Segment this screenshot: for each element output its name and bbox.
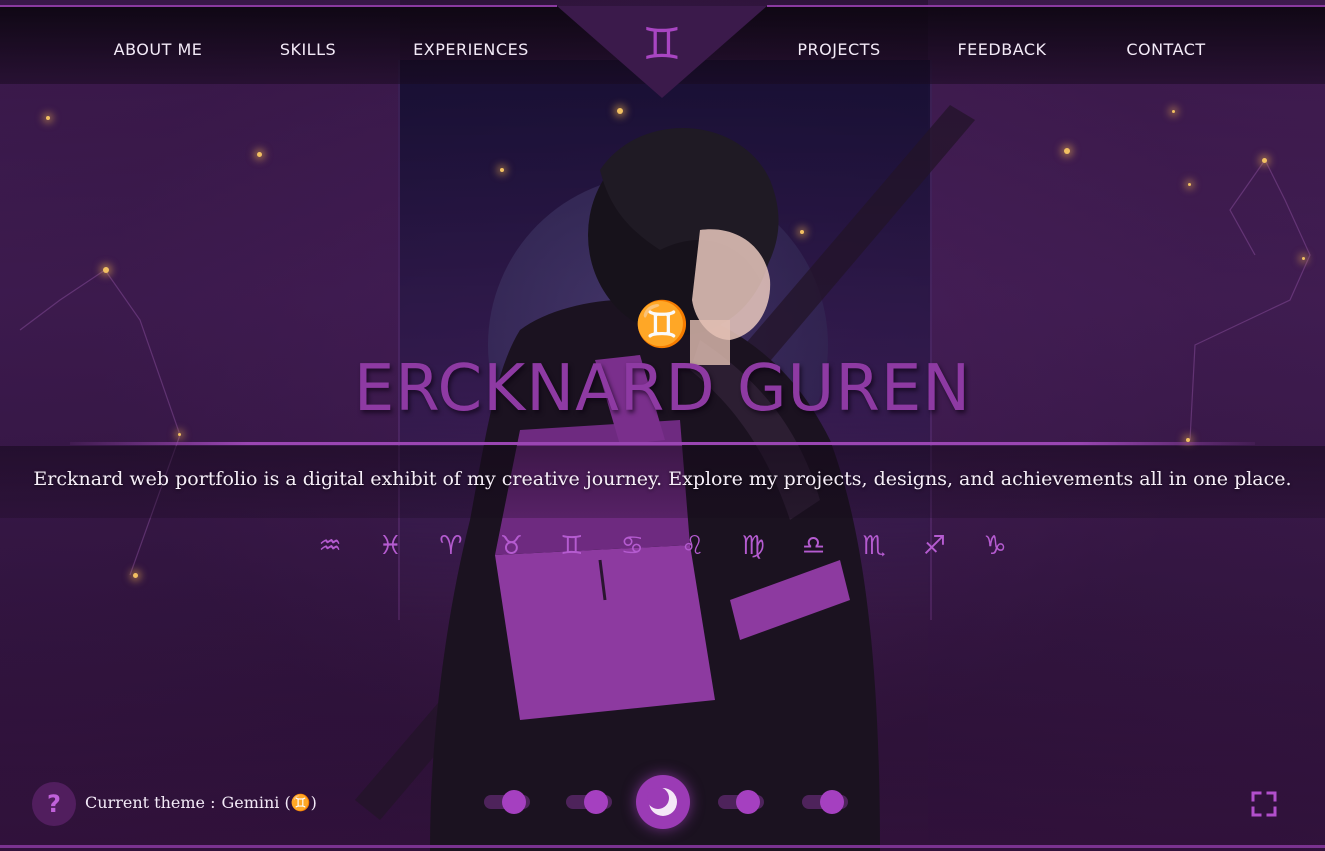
- nav-item-contact[interactable]: CONTACT: [1120, 40, 1212, 64]
- topbar-accent-line-right: [767, 5, 1325, 7]
- hero-description: Ercknard web portfolio is a digital exhi…: [33, 468, 1292, 490]
- zodiac-scorpio-icon[interactable]: ♏: [854, 526, 894, 566]
- hero-gemini-icon: ♊: [634, 299, 690, 350]
- theme-toggle-3[interactable]: [718, 790, 764, 814]
- current-theme-value: Gemini (♊): [221, 793, 317, 812]
- zodiac-sagittarius-icon[interactable]: ♐: [915, 526, 955, 566]
- moon-icon: [647, 787, 677, 816]
- toggle-knob: [820, 790, 844, 814]
- hero-title: ERCKNARD GUREN: [353, 352, 972, 426]
- hero-divider: [70, 442, 1255, 445]
- zodiac-aries-icon[interactable]: ♈: [431, 526, 471, 566]
- theme-toggle-2[interactable]: [566, 790, 612, 814]
- gemini-emblem-icon: ♊: [642, 19, 682, 70]
- current-theme-indicator: Current theme : Gemini (♊): [85, 793, 317, 817]
- portfolio-page: ABOUT ME SKILLS EXPERIENCES PROJECTS FEE…: [0, 0, 1325, 851]
- zodiac-gemini-icon[interactable]: ♊: [552, 526, 592, 566]
- zodiac-cancer-icon[interactable]: ♋: [612, 526, 652, 566]
- question-icon: ?: [47, 790, 61, 818]
- bottom-accent-line: [0, 845, 1325, 848]
- nav-item-experiences[interactable]: EXPERIENCES: [410, 40, 532, 64]
- toggle-knob: [502, 790, 526, 814]
- zodiac-virgo-icon[interactable]: ♍: [733, 526, 773, 566]
- zodiac-libra-icon[interactable]: ♎: [794, 526, 834, 566]
- current-theme-label: Current theme :: [85, 793, 216, 812]
- zodiac-leo-icon[interactable]: ♌: [673, 526, 713, 566]
- nav-item-projects[interactable]: PROJECTS: [793, 40, 885, 64]
- fullscreen-button[interactable]: [1250, 790, 1278, 818]
- top-navigation: ABOUT ME SKILLS EXPERIENCES PROJECTS FEE…: [0, 0, 1325, 100]
- zodiac-pisces-icon[interactable]: ♓: [370, 526, 410, 566]
- moon-mode-button[interactable]: [636, 775, 690, 829]
- zodiac-capricorn-icon[interactable]: ♑: [975, 526, 1015, 566]
- theme-toggle-4[interactable]: [802, 790, 848, 814]
- help-button[interactable]: ?: [32, 782, 76, 826]
- topbar-accent-line-left: [0, 5, 557, 7]
- toggle-knob: [736, 790, 760, 814]
- theme-toggle-1[interactable]: [484, 790, 530, 814]
- fullscreen-icon: [1251, 791, 1277, 817]
- nav-emblem-home[interactable]: ♊: [557, 0, 767, 100]
- zodiac-selector: ♒ ♓ ♈ ♉ ♊ ♋ ♌ ♍ ♎ ♏ ♐ ♑: [310, 526, 1015, 566]
- toggle-knob: [584, 790, 608, 814]
- zodiac-taurus-icon[interactable]: ♉: [491, 526, 531, 566]
- zodiac-aquarius-icon[interactable]: ♒: [310, 526, 350, 566]
- nav-item-about-me[interactable]: ABOUT ME: [108, 40, 208, 64]
- nav-item-skills[interactable]: SKILLS: [272, 40, 344, 64]
- nav-item-feedback[interactable]: FEEDBACK: [954, 40, 1050, 64]
